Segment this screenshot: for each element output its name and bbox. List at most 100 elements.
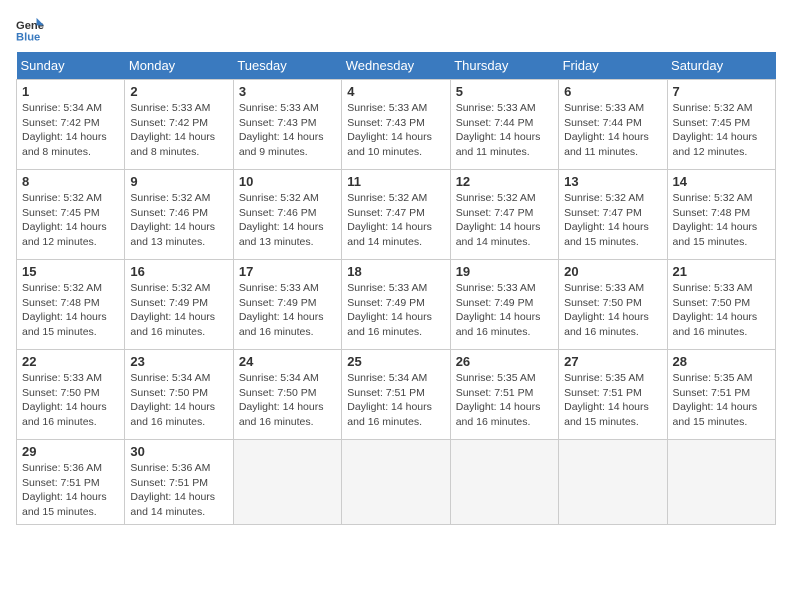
calendar-week-row: 8 Sunrise: 5:32 AM Sunset: 7:45 PM Dayli… — [17, 170, 776, 260]
day-number: 21 — [673, 264, 770, 279]
day-info: Sunrise: 5:32 AM Sunset: 7:45 PM Dayligh… — [673, 101, 770, 160]
day-info: Sunrise: 5:34 AM Sunset: 7:50 PM Dayligh… — [130, 371, 227, 430]
day-info: Sunrise: 5:35 AM Sunset: 7:51 PM Dayligh… — [673, 371, 770, 430]
day-info: Sunrise: 5:32 AM Sunset: 7:45 PM Dayligh… — [22, 191, 119, 250]
day-number: 1 — [22, 84, 119, 99]
header-thursday: Thursday — [450, 52, 558, 80]
calendar-day-cell: 6 Sunrise: 5:33 AM Sunset: 7:44 PM Dayli… — [559, 80, 667, 170]
day-number: 12 — [456, 174, 553, 189]
empty-cell — [559, 440, 667, 525]
day-number: 27 — [564, 354, 661, 369]
day-info: Sunrise: 5:34 AM Sunset: 7:51 PM Dayligh… — [347, 371, 444, 430]
day-number: 15 — [22, 264, 119, 279]
day-number: 26 — [456, 354, 553, 369]
header-saturday: Saturday — [667, 52, 775, 80]
calendar-day-cell: 22 Sunrise: 5:33 AM Sunset: 7:50 PM Dayl… — [17, 350, 125, 440]
day-info: Sunrise: 5:32 AM Sunset: 7:48 PM Dayligh… — [22, 281, 119, 340]
day-info: Sunrise: 5:33 AM Sunset: 7:44 PM Dayligh… — [564, 101, 661, 160]
day-info: Sunrise: 5:36 AM Sunset: 7:51 PM Dayligh… — [130, 461, 227, 520]
calendar-table: SundayMondayTuesdayWednesdayThursdayFrid… — [16, 52, 776, 525]
day-info: Sunrise: 5:32 AM Sunset: 7:47 PM Dayligh… — [347, 191, 444, 250]
empty-cell — [450, 440, 558, 525]
day-number: 18 — [347, 264, 444, 279]
calendar-day-cell: 15 Sunrise: 5:32 AM Sunset: 7:48 PM Dayl… — [17, 260, 125, 350]
calendar-day-cell: 24 Sunrise: 5:34 AM Sunset: 7:50 PM Dayl… — [233, 350, 341, 440]
day-number: 30 — [130, 444, 227, 459]
day-number: 11 — [347, 174, 444, 189]
calendar-day-cell: 17 Sunrise: 5:33 AM Sunset: 7:49 PM Dayl… — [233, 260, 341, 350]
calendar-day-cell: 18 Sunrise: 5:33 AM Sunset: 7:49 PM Dayl… — [342, 260, 450, 350]
header-monday: Monday — [125, 52, 233, 80]
calendar-day-cell: 16 Sunrise: 5:32 AM Sunset: 7:49 PM Dayl… — [125, 260, 233, 350]
day-number: 23 — [130, 354, 227, 369]
day-number: 10 — [239, 174, 336, 189]
day-info: Sunrise: 5:33 AM Sunset: 7:49 PM Dayligh… — [239, 281, 336, 340]
day-info: Sunrise: 5:33 AM Sunset: 7:42 PM Dayligh… — [130, 101, 227, 160]
empty-cell — [342, 440, 450, 525]
day-number: 6 — [564, 84, 661, 99]
calendar-week-row: 29 Sunrise: 5:36 AM Sunset: 7:51 PM Dayl… — [17, 440, 776, 525]
day-number: 19 — [456, 264, 553, 279]
svg-text:Blue: Blue — [16, 31, 40, 43]
calendar-day-cell: 5 Sunrise: 5:33 AM Sunset: 7:44 PM Dayli… — [450, 80, 558, 170]
day-info: Sunrise: 5:32 AM Sunset: 7:48 PM Dayligh… — [673, 191, 770, 250]
day-info: Sunrise: 5:32 AM Sunset: 7:46 PM Dayligh… — [130, 191, 227, 250]
empty-cell — [667, 440, 775, 525]
calendar-day-cell: 14 Sunrise: 5:32 AM Sunset: 7:48 PM Dayl… — [667, 170, 775, 260]
day-info: Sunrise: 5:33 AM Sunset: 7:49 PM Dayligh… — [347, 281, 444, 340]
calendar-day-cell: 29 Sunrise: 5:36 AM Sunset: 7:51 PM Dayl… — [17, 440, 125, 525]
calendar-day-cell: 20 Sunrise: 5:33 AM Sunset: 7:50 PM Dayl… — [559, 260, 667, 350]
day-info: Sunrise: 5:32 AM Sunset: 7:49 PM Dayligh… — [130, 281, 227, 340]
day-number: 16 — [130, 264, 227, 279]
day-info: Sunrise: 5:36 AM Sunset: 7:51 PM Dayligh… — [22, 461, 119, 520]
calendar-day-cell: 26 Sunrise: 5:35 AM Sunset: 7:51 PM Dayl… — [450, 350, 558, 440]
day-info: Sunrise: 5:33 AM Sunset: 7:50 PM Dayligh… — [673, 281, 770, 340]
calendar-day-cell: 10 Sunrise: 5:32 AM Sunset: 7:46 PM Dayl… — [233, 170, 341, 260]
day-number: 22 — [22, 354, 119, 369]
header-tuesday: Tuesday — [233, 52, 341, 80]
day-number: 20 — [564, 264, 661, 279]
day-number: 2 — [130, 84, 227, 99]
header-friday: Friday — [559, 52, 667, 80]
day-number: 7 — [673, 84, 770, 99]
calendar-day-cell: 23 Sunrise: 5:34 AM Sunset: 7:50 PM Dayl… — [125, 350, 233, 440]
day-info: Sunrise: 5:33 AM Sunset: 7:50 PM Dayligh… — [564, 281, 661, 340]
calendar-day-cell: 27 Sunrise: 5:35 AM Sunset: 7:51 PM Dayl… — [559, 350, 667, 440]
calendar-day-cell: 28 Sunrise: 5:35 AM Sunset: 7:51 PM Dayl… — [667, 350, 775, 440]
calendar-day-cell: 19 Sunrise: 5:33 AM Sunset: 7:49 PM Dayl… — [450, 260, 558, 350]
calendar-day-cell: 12 Sunrise: 5:32 AM Sunset: 7:47 PM Dayl… — [450, 170, 558, 260]
day-info: Sunrise: 5:34 AM Sunset: 7:42 PM Dayligh… — [22, 101, 119, 160]
calendar-week-row: 1 Sunrise: 5:34 AM Sunset: 7:42 PM Dayli… — [17, 80, 776, 170]
calendar-day-cell: 3 Sunrise: 5:33 AM Sunset: 7:43 PM Dayli… — [233, 80, 341, 170]
calendar-day-cell: 4 Sunrise: 5:33 AM Sunset: 7:43 PM Dayli… — [342, 80, 450, 170]
day-info: Sunrise: 5:33 AM Sunset: 7:43 PM Dayligh… — [239, 101, 336, 160]
calendar-day-cell: 21 Sunrise: 5:33 AM Sunset: 7:50 PM Dayl… — [667, 260, 775, 350]
calendar-header-row: SundayMondayTuesdayWednesdayThursdayFrid… — [17, 52, 776, 80]
day-info: Sunrise: 5:32 AM Sunset: 7:47 PM Dayligh… — [456, 191, 553, 250]
day-info: Sunrise: 5:33 AM Sunset: 7:50 PM Dayligh… — [22, 371, 119, 430]
day-number: 25 — [347, 354, 444, 369]
calendar-day-cell: 13 Sunrise: 5:32 AM Sunset: 7:47 PM Dayl… — [559, 170, 667, 260]
calendar-day-cell: 7 Sunrise: 5:32 AM Sunset: 7:45 PM Dayli… — [667, 80, 775, 170]
day-number: 3 — [239, 84, 336, 99]
day-number: 5 — [456, 84, 553, 99]
day-number: 24 — [239, 354, 336, 369]
day-info: Sunrise: 5:32 AM Sunset: 7:47 PM Dayligh… — [564, 191, 661, 250]
day-info: Sunrise: 5:33 AM Sunset: 7:43 PM Dayligh… — [347, 101, 444, 160]
day-number: 28 — [673, 354, 770, 369]
day-number: 14 — [673, 174, 770, 189]
calendar-day-cell: 1 Sunrise: 5:34 AM Sunset: 7:42 PM Dayli… — [17, 80, 125, 170]
calendar-day-cell: 25 Sunrise: 5:34 AM Sunset: 7:51 PM Dayl… — [342, 350, 450, 440]
header-sunday: Sunday — [17, 52, 125, 80]
calendar-day-cell: 30 Sunrise: 5:36 AM Sunset: 7:51 PM Dayl… — [125, 440, 233, 525]
day-info: Sunrise: 5:35 AM Sunset: 7:51 PM Dayligh… — [564, 371, 661, 430]
day-info: Sunrise: 5:34 AM Sunset: 7:50 PM Dayligh… — [239, 371, 336, 430]
calendar-day-cell: 9 Sunrise: 5:32 AM Sunset: 7:46 PM Dayli… — [125, 170, 233, 260]
logo-icon: General Blue — [16, 16, 44, 44]
day-number: 9 — [130, 174, 227, 189]
day-number: 13 — [564, 174, 661, 189]
day-info: Sunrise: 5:32 AM Sunset: 7:46 PM Dayligh… — [239, 191, 336, 250]
calendar-day-cell: 11 Sunrise: 5:32 AM Sunset: 7:47 PM Dayl… — [342, 170, 450, 260]
day-number: 29 — [22, 444, 119, 459]
calendar-day-cell: 2 Sunrise: 5:33 AM Sunset: 7:42 PM Dayli… — [125, 80, 233, 170]
